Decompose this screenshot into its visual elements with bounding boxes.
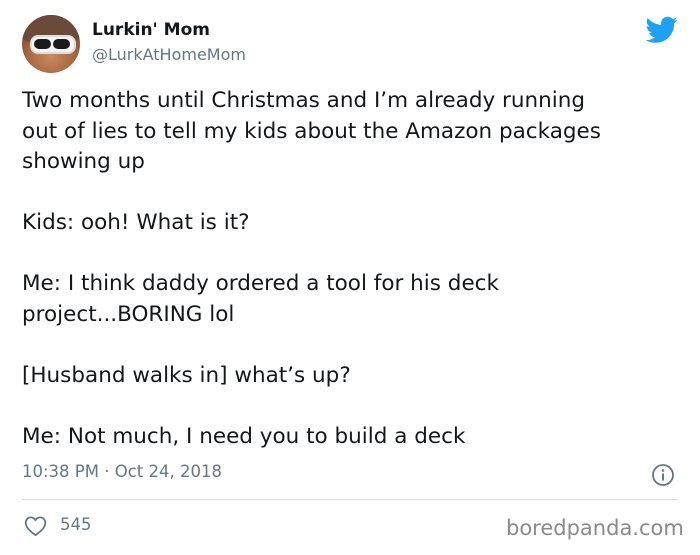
avatar-lens-right [53,39,70,49]
tweet-timestamp[interactable]: 10:38 PM · Oct 24, 2018 [22,462,222,481]
twitter-bird-icon[interactable] [646,16,678,44]
like-count: 545 [60,515,92,534]
tweet-paragraph: Me: I think daddy ordered a tool for his… [22,271,499,327]
heart-icon[interactable] [24,515,47,537]
tweet-paragraph: [Husband walks in] what’s up? [22,362,351,388]
author-handle[interactable]: @LurkAtHomeMom [92,45,246,64]
tweet-paragraph: Me: Not much, I need you to build a deck [22,423,466,449]
tweet-paragraph: Two months until Christmas and I’m alrea… [22,88,601,174]
avatar-lens-left [34,39,51,49]
avatar[interactable] [22,15,80,73]
divider [22,499,678,500]
tweet-body: Two months until Christmas and I’m alrea… [22,86,682,452]
avatar-sunglasses [30,35,76,54]
author-name[interactable]: Lurkin' Mom [92,20,210,40]
tweet-paragraph: Kids: ooh! What is it? [22,210,250,235]
info-icon[interactable] [651,463,675,487]
watermark: boredpanda.com [506,516,684,540]
